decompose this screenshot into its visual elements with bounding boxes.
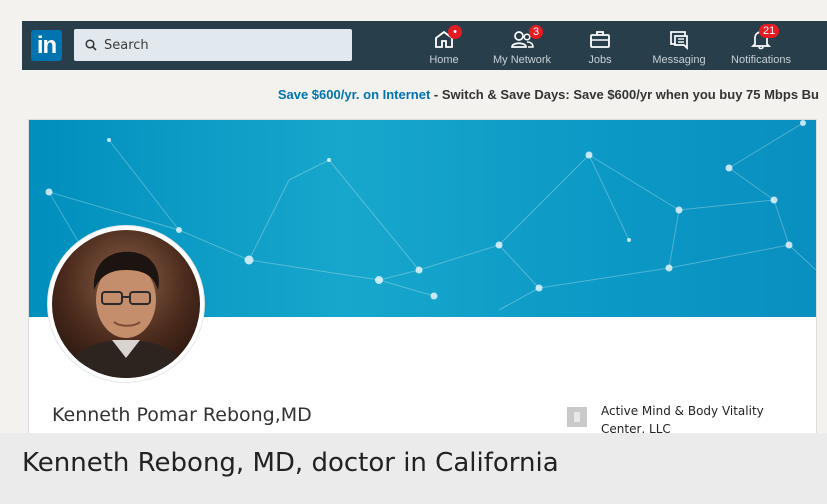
nav-my-network[interactable]: 3 My Network	[484, 21, 560, 70]
nav-messaging-label: Messaging	[652, 54, 706, 66]
avatar	[52, 230, 200, 378]
nav-messaging[interactable]: Messaging	[648, 21, 710, 70]
jobs-icon	[590, 31, 610, 48]
notifications-badge: 21	[759, 24, 780, 38]
nav-home-label: Home	[429, 54, 459, 66]
profile-company[interactable]: Active Mind & Body Vitality Center, LLC	[601, 402, 801, 433]
linkedin-page: in • Home 3 My Network	[0, 0, 827, 433]
top-nav-bar: in • Home 3 My Network	[22, 21, 827, 70]
profile-name: Kenneth Pomar Rebong,MD	[52, 404, 312, 426]
company-icon	[567, 407, 587, 427]
caption-title: Kenneth Rebong, MD, doctor in California	[22, 448, 559, 478]
search-box[interactable]	[74, 29, 352, 61]
network-badge: 3	[529, 25, 544, 39]
home-notification-dot: •	[448, 25, 462, 39]
nav-my-network-label: My Network	[492, 54, 552, 66]
nav-jobs-label: Jobs	[588, 54, 612, 66]
ad-banner[interactable]: Save $600/yr. on Internet - Switch & Sav…	[22, 70, 827, 118]
profile-photo[interactable]	[48, 226, 204, 382]
ad-text: Save $600/yr. on Internet - Switch & Sav…	[278, 87, 819, 102]
search-icon	[85, 39, 97, 51]
ad-description: - Switch & Save Days: Save $600/yr when …	[430, 87, 819, 102]
nav-jobs[interactable]: Jobs	[578, 21, 622, 70]
search-input[interactable]	[104, 29, 344, 61]
ad-link[interactable]: Save $600/yr. on Internet	[278, 87, 430, 102]
messaging-icon	[670, 31, 688, 50]
nav-notifications-label: Notifications	[731, 54, 791, 66]
nav-home[interactable]: • Home	[426, 21, 462, 70]
nav-notifications[interactable]: 21 Notifications	[726, 21, 796, 70]
profile-photo-image	[52, 230, 200, 378]
linkedin-logo[interactable]: in	[31, 30, 62, 61]
